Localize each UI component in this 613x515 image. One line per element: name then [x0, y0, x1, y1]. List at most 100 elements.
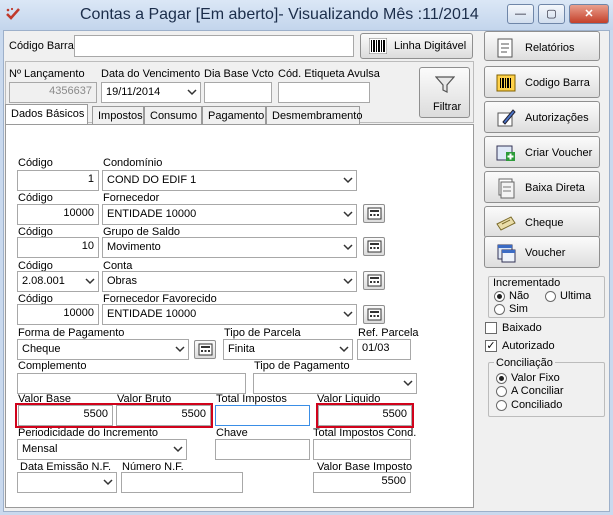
forma-pagamento-lookup-button[interactable] [194, 340, 216, 359]
total-impostos-field[interactable] [215, 405, 310, 426]
chevron-down-icon[interactable] [343, 309, 353, 319]
baixa-direta-button[interactable]: Baixa Direta [484, 171, 600, 203]
filter-funnel-icon [435, 76, 455, 93]
chevron-down-icon[interactable] [343, 209, 353, 219]
chevron-down-icon[interactable] [343, 175, 353, 185]
favorecido-select[interactable]: ENTIDADE 10000 [102, 304, 357, 325]
chevron-down-icon[interactable] [173, 444, 183, 454]
complemento-field[interactable] [17, 373, 246, 394]
autorizado-checkbox[interactable]: ✓ [485, 340, 497, 352]
incrementado-sim-radio[interactable] [494, 304, 505, 315]
dia-base-label: Dia Base Vcto [204, 68, 274, 80]
conciliacao-label: Conciliação [494, 357, 555, 369]
tab-pagamento[interactable]: Pagamento [202, 106, 266, 125]
ref-parcela-field[interactable]: 01/03 [357, 339, 411, 360]
total-impostos-cond-field[interactable] [313, 439, 411, 460]
chevron-down-icon[interactable] [339, 344, 349, 354]
chevron-down-icon[interactable] [403, 378, 413, 388]
etiqueta-field[interactable] [278, 82, 370, 103]
grupo-saldo-select[interactable]: Movimento [102, 237, 357, 258]
chave-field[interactable] [215, 439, 310, 460]
minimize-button[interactable]: — [507, 4, 534, 24]
incrementado-label: Incrementado [493, 277, 561, 289]
vencimento-value: 19/11/2014 [106, 86, 161, 98]
barcode-input[interactable] [74, 35, 354, 57]
title-bar[interactable]: Contas a Pagar [Em aberto]- Visualizando… [0, 0, 613, 30]
valor-bruto-field[interactable]: 5500 [116, 405, 211, 426]
filtrar-button[interactable]: Filtrar [419, 67, 470, 118]
etiqueta-label: Cód. Etiqueta Avulsa [278, 68, 380, 80]
cheque-button[interactable]: Cheque [484, 206, 600, 238]
a-conciliar-radio[interactable] [496, 386, 507, 397]
numero-nf-field[interactable] [121, 472, 243, 493]
criar-voucher-button[interactable]: Criar Voucher [484, 136, 600, 168]
lancamento-label: Nº Lançamento [9, 68, 85, 80]
incrementado-sim-label: Sim [509, 303, 528, 315]
tipo-pagamento-select[interactable] [253, 373, 417, 394]
dia-base-field[interactable] [204, 82, 272, 103]
vencimento-date-picker[interactable]: 19/11/2014 [101, 82, 201, 103]
fornecedor-lookup-button[interactable] [363, 204, 385, 223]
voucher-button[interactable]: Voucher [484, 236, 600, 268]
relatorios-button[interactable]: Relatórios [484, 31, 600, 61]
tab-impostos[interactable]: Impostos [92, 106, 144, 125]
close-button[interactable]: ✕ [569, 4, 609, 24]
chevron-down-icon[interactable] [343, 242, 353, 252]
valor-base-imposto-field[interactable]: 5500 [313, 472, 411, 493]
criar-voucher-label: Criar Voucher [525, 147, 593, 159]
grupo-saldo-lookup-button[interactable] [363, 237, 385, 256]
favorecido-code-field[interactable]: 10000 [17, 304, 99, 325]
calculator-icon [367, 240, 382, 253]
fornecedor-code-field[interactable]: 10000 [17, 204, 99, 225]
tab-dados-basicos[interactable]: Dados Básicos [5, 104, 88, 125]
favorecido-lookup-button[interactable] [363, 305, 385, 324]
valor-fixo-radio[interactable] [496, 373, 507, 384]
total-impostos-cond-label: Total Impostos Cond. [313, 427, 417, 439]
valor-base-field[interactable]: 5500 [18, 405, 113, 426]
forma-pagamento-label: Forma de Pagamento [18, 327, 125, 339]
data-emissao-picker[interactable] [17, 472, 117, 493]
conciliado-radio[interactable] [496, 400, 507, 411]
forma-pagamento-select[interactable]: Cheque [17, 339, 189, 360]
valor-fixo-label: Valor Fixo [511, 372, 560, 384]
codigo-barra-button[interactable]: Codigo Barra [484, 66, 600, 98]
conta-code-select[interactable]: 2.08.001 [17, 271, 99, 292]
cheque-icon [496, 216, 516, 231]
conta-code-value: 2.08.001 [22, 275, 65, 287]
grupo-saldo-code-field[interactable]: 10 [17, 237, 99, 258]
autorizacoes-button[interactable]: Autorizações [484, 101, 600, 133]
chevron-down-icon[interactable] [175, 344, 185, 354]
incrementado-ultima-label: Ultima [560, 290, 592, 302]
grupo-saldo-value: Movimento [107, 241, 161, 253]
tipo-parcela-select[interactable]: Finita [223, 339, 353, 360]
incrementado-nao-radio[interactable] [494, 291, 505, 302]
incrementado-ultima-radio[interactable] [545, 291, 556, 302]
condominio-label: Condomínio [103, 157, 163, 169]
codigo-barra-label: Codigo Barra [525, 77, 590, 89]
periodicidade-select[interactable]: Mensal [17, 439, 187, 460]
window-title: Contas a Pagar [Em aberto]- Visualizando… [80, 6, 479, 23]
barcode-icon [369, 38, 387, 54]
maximize-button[interactable]: ▢ [538, 4, 565, 24]
chevron-down-icon[interactable] [103, 477, 113, 487]
conta-lookup-button[interactable] [363, 271, 385, 290]
incrementado-nao-label: Não [509, 290, 530, 302]
chevron-down-icon[interactable] [187, 87, 197, 97]
periodicidade-label: Periodicidade do Incremento [18, 427, 159, 439]
baixado-checkbox[interactable] [485, 322, 497, 334]
calculator-icon [367, 308, 382, 321]
chevron-down-icon[interactable] [343, 276, 353, 286]
baixado-label: Baixado [502, 322, 542, 334]
conta-select[interactable]: Obras [102, 271, 357, 292]
condominio-code-field[interactable]: 1 [17, 170, 99, 191]
periodicidade-value: Mensal [22, 443, 58, 455]
vencimento-label: Data do Vencimento [101, 68, 201, 80]
chevron-down-icon[interactable] [85, 276, 95, 286]
fornecedor-select[interactable]: ENTIDADE 10000 [102, 204, 357, 225]
valor-liquido-field[interactable]: 5500 [318, 405, 412, 426]
conciliado-label: Conciliado [511, 399, 563, 411]
linha-digitavel-button[interactable]: Linha Digitável [360, 33, 473, 59]
tab-consumo[interactable]: Consumo [144, 106, 202, 125]
condominio-select[interactable]: COND DO EDIF 1 [102, 170, 357, 191]
tab-desmembramento[interactable]: Desmembramento [266, 106, 362, 125]
